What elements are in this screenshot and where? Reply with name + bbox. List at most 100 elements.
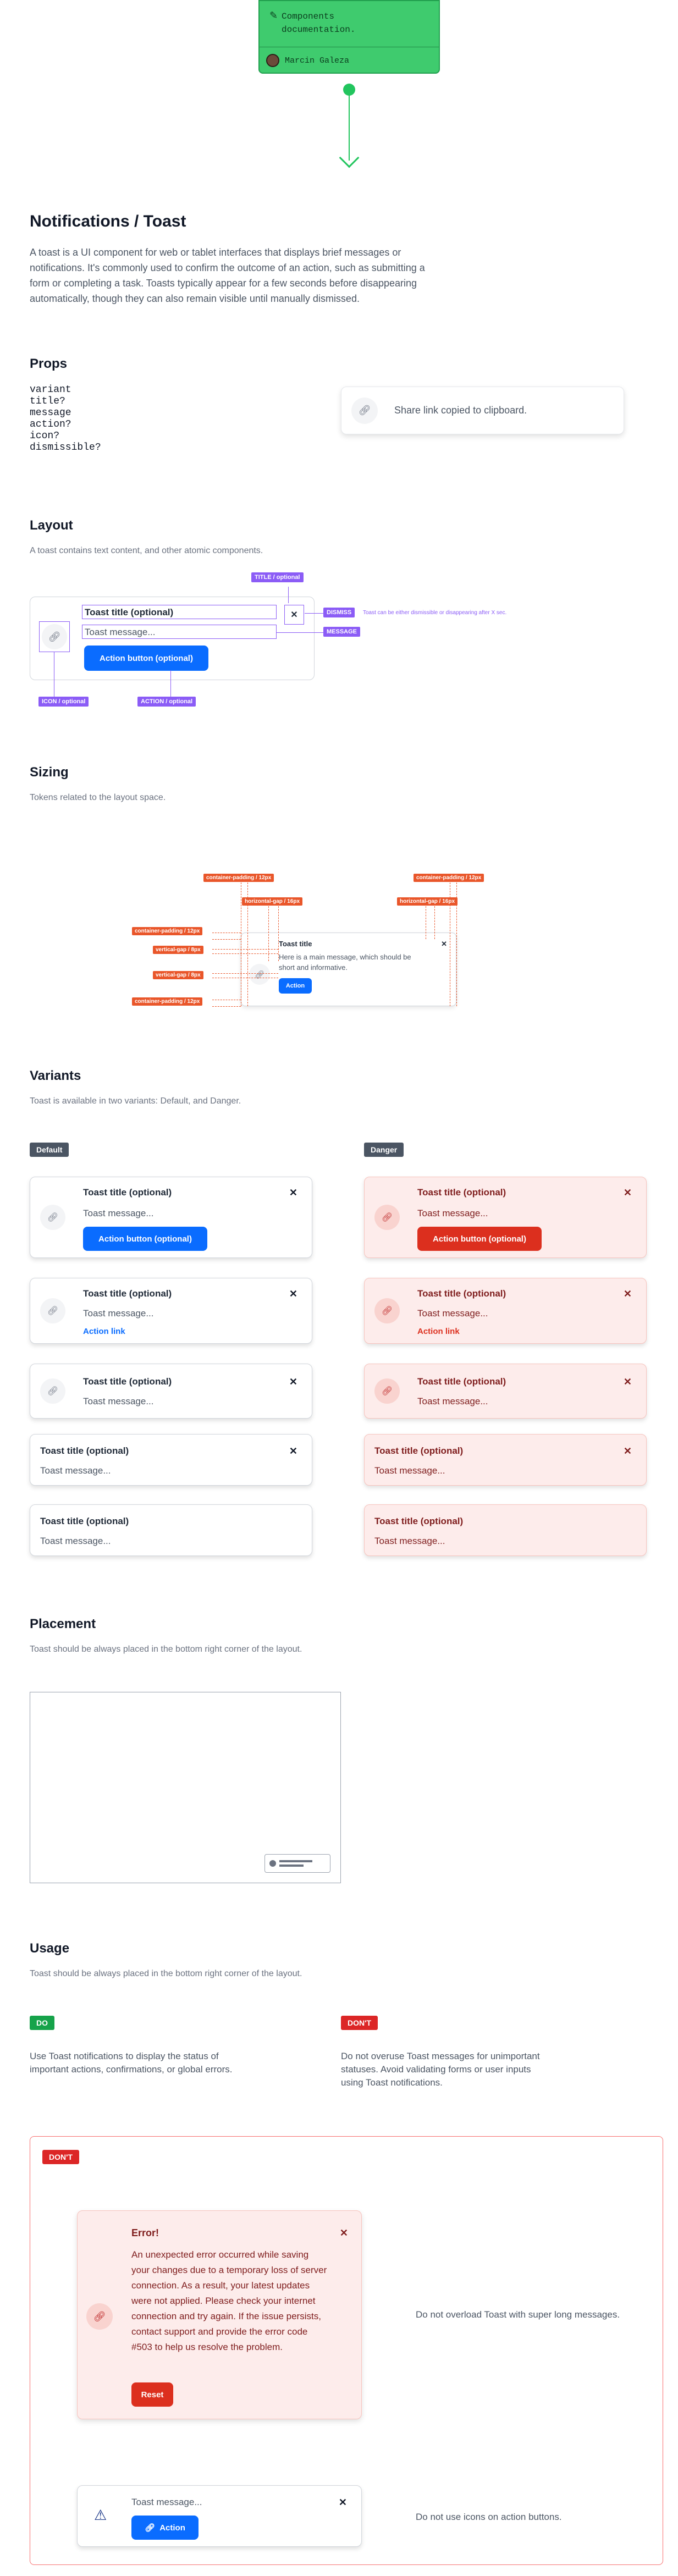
guide-line xyxy=(212,973,278,974)
guide-line xyxy=(212,1006,241,1007)
close-icon[interactable]: ✕ xyxy=(624,1446,632,1457)
toast-message: Toast message... xyxy=(40,1465,111,1476)
link-icon: 🔗︎ xyxy=(86,2303,113,2330)
toast-message: Toast message... xyxy=(83,1208,154,1218)
components-doc-card[interactable]: ✎ Components documentation. Marcin Galez… xyxy=(258,0,440,74)
mini-line xyxy=(279,1865,304,1867)
props-list: variant title? message action? icon? dis… xyxy=(30,384,101,454)
guide-line xyxy=(212,949,278,950)
layout-toast-diagram: 🔗︎ Toast title (optional) Toast message.… xyxy=(30,597,315,680)
toast-title: Toast title (optional) xyxy=(83,1376,172,1387)
toast-message: Toast message... xyxy=(40,1536,111,1546)
variants-heading: Variants xyxy=(30,1068,81,1083)
message-pointer xyxy=(276,632,323,633)
error-title: Error! xyxy=(131,2227,159,2238)
sizing-toast-title: Toast title xyxy=(279,940,312,948)
close-icon[interactable]: ✕ xyxy=(624,1288,632,1300)
message-tag: MESSAGE xyxy=(323,627,361,637)
toast-message: Toast message... xyxy=(374,1536,445,1546)
sizing-toast-message: Here is a main message, which should be … xyxy=(279,953,411,972)
toast-title: Toast title (optional) xyxy=(417,1187,506,1198)
action-pointer xyxy=(170,670,171,697)
sizing-toast-diagram: 🔗︎ Toast title Here is a main message, w… xyxy=(241,933,456,1006)
toast-danger-link: 🔗︎ Toast title (optional) Toast message.… xyxy=(364,1278,647,1344)
toast-title: Toast title (optional) xyxy=(40,1446,129,1456)
toast-title: Toast title (optional) xyxy=(417,1376,506,1387)
token-tag: container-padding / 12px xyxy=(132,997,203,1006)
doc-card-title: Components documentation. xyxy=(282,12,356,35)
token-tag: horizontal-gap / 16px xyxy=(397,897,458,906)
note-icons: Do not use icons on action buttons. xyxy=(416,2512,562,2522)
warning-icon: ⚠ xyxy=(94,2507,107,2523)
close-icon[interactable]: ✕ xyxy=(289,1376,297,1388)
connector-dot xyxy=(343,84,355,96)
reset-button[interactable]: Reset xyxy=(131,2382,173,2407)
usage-heading: Usage xyxy=(30,1941,70,1956)
toast-title: Toast title (optional) xyxy=(83,1288,172,1299)
close-icon[interactable]: ✕ xyxy=(339,2497,347,2508)
error-message: An unexpected error occurred while savin… xyxy=(131,2249,327,2352)
close-icon[interactable]: ✕ xyxy=(624,1376,632,1388)
link-icon: 🔗︎ xyxy=(249,964,270,985)
toast-default-plain: Toast title (optional) Toast message... xyxy=(30,1504,312,1556)
toast-title: Toast title (optional) xyxy=(374,1516,464,1526)
page-title: Notifications / Toast xyxy=(30,212,186,230)
danger-badge: Danger xyxy=(364,1143,404,1157)
toast-message: Toast message... xyxy=(417,1308,488,1319)
mini-toast xyxy=(264,1854,330,1873)
close-icon[interactable]: ✕ xyxy=(289,1446,297,1457)
link-icon: 🔗︎ xyxy=(374,1205,400,1230)
icon-area: 🔗︎ xyxy=(39,621,70,652)
toast-message: Share link copied to clipboard. xyxy=(394,405,527,416)
close-icon[interactable]: ✕ xyxy=(340,2227,348,2239)
action-link[interactable]: Action link xyxy=(417,1327,460,1336)
toast-title: Toast title (optional) xyxy=(374,1446,464,1456)
title-pointer xyxy=(288,587,289,603)
close-icon[interactable]: ✕ xyxy=(624,1187,632,1199)
toast-default-link: 🔗︎ Toast title (optional) Toast message.… xyxy=(30,1278,312,1344)
close-icon[interactable]: ✕ xyxy=(289,1187,297,1199)
usage-subtitle: Toast should be always placed in the bot… xyxy=(30,1969,302,1978)
toast-default-icon: 🔗︎ Toast title (optional) Toast message.… xyxy=(30,1364,312,1419)
page-intro: A toast is a UI component for web or tab… xyxy=(30,247,425,304)
link-icon: 🔗︎ xyxy=(374,1378,400,1404)
sizing-subtitle: Tokens related to the layout space. xyxy=(30,793,166,802)
toast-message: Toast message... xyxy=(131,2497,202,2507)
mini-icon xyxy=(269,1860,276,1867)
link-icon: 🔗︎ xyxy=(145,2523,156,2533)
icon-tag: ICON / optional xyxy=(38,697,89,707)
mini-line xyxy=(279,1860,312,1862)
dont-text: Do not overuse Toast messages for unimpo… xyxy=(341,2051,540,2088)
token-tag: container-padding / 12px xyxy=(132,927,203,935)
guide-line xyxy=(434,906,435,939)
guide-line xyxy=(212,939,241,940)
pencil-icon: ✎ xyxy=(269,10,278,21)
action-button[interactable]: Action button (optional) xyxy=(417,1227,542,1251)
action-label: Action xyxy=(159,2523,185,2533)
share-link-toast: 🔗︎ Share link copied to clipboard. xyxy=(341,387,624,434)
toast-danger-dismiss: Toast title (optional) Toast message... … xyxy=(364,1434,647,1486)
layout-title: Toast title (optional) xyxy=(82,605,277,619)
prop-item: dismissible? xyxy=(30,442,101,453)
guide-line xyxy=(212,953,278,954)
prop-item: action? xyxy=(30,419,71,430)
sizing-toast-action: Action xyxy=(279,978,312,994)
toast-danger-plain: Toast title (optional) Toast message... xyxy=(364,1504,647,1556)
dismiss-pointer xyxy=(305,613,323,614)
action-button[interactable]: Action button (optional) xyxy=(83,1227,207,1251)
dont-badge: DON'T xyxy=(42,2150,79,2164)
variants-subtitle: Toast is available in two variants: Defa… xyxy=(30,1096,241,1106)
action-link[interactable]: Action link xyxy=(83,1327,125,1336)
close-icon: ✕ xyxy=(441,940,447,948)
token-tag: horizontal-gap / 16px xyxy=(242,897,303,906)
token-tag: vertical-gap / 8px xyxy=(153,946,203,954)
action-button[interactable]: 🔗︎ Action xyxy=(131,2516,199,2540)
layout-action-button: Action button (optional) xyxy=(84,646,208,671)
props-heading: Props xyxy=(30,356,68,371)
close-icon[interactable]: ✕ xyxy=(289,1288,297,1300)
note-long-message: Do not overload Toast with super long me… xyxy=(416,2309,620,2320)
do-badge: DO xyxy=(30,2016,54,2030)
link-icon: 🔗︎ xyxy=(40,1205,65,1230)
doc-card-author: Marcin Galeza xyxy=(285,56,350,65)
connector-arrow-icon xyxy=(339,147,360,168)
